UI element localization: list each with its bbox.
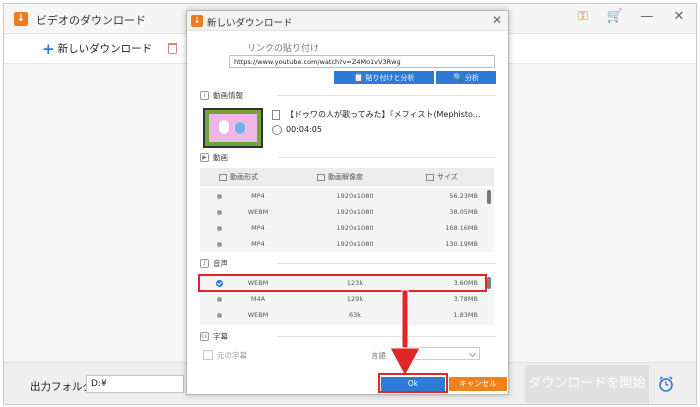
clock-icon: [272, 125, 282, 135]
url-input[interactable]: https://www.youtube.com/watch?v=Z4Mo1vV3…: [229, 55, 495, 68]
film-icon: [219, 173, 227, 181]
url-label: リンクの貼り付け: [247, 44, 320, 54]
scrollbar[interactable]: [487, 190, 491, 204]
dialog-close-icon[interactable]: ✕: [492, 13, 502, 27]
radio-button[interactable]: [217, 313, 222, 318]
key-icon[interactable]: ⚿: [574, 9, 592, 24]
subtitle-section-label: 字幕: [213, 332, 228, 341]
magnifier-icon: 🔍: [453, 73, 463, 82]
resolution-icon: [317, 173, 325, 181]
app-title: ビデオのダウンロード: [36, 14, 146, 27]
dialog-title-bar: ↓ 新しいダウンロード ✕: [187, 11, 508, 31]
video-icon: ▶: [200, 153, 209, 162]
speaker-icon: ♪: [200, 259, 209, 268]
radio-button[interactable]: [217, 226, 222, 231]
divider: [277, 95, 496, 96]
radio-button[interactable]: [217, 242, 222, 247]
cc-icon: cc: [200, 332, 209, 341]
video-title: 【ドゥワの人が歌ってみた】『メフィスト(Mephisto...: [286, 110, 481, 119]
cart-icon[interactable]: 🛒: [606, 9, 624, 24]
original-subtitle-label: 元の字幕: [217, 351, 247, 360]
video-format-row[interactable]: MP4 1920x1080 168.16MB: [200, 220, 494, 236]
paste-and-analyze-label: 貼り付けと分析: [365, 74, 415, 82]
size-column-header: サイズ: [426, 172, 458, 182]
analyze-button[interactable]: 🔍 分析: [436, 71, 496, 84]
video-format-row[interactable]: MP4 1920x1080 56.23MB: [200, 188, 494, 204]
original-subtitle-checkbox[interactable]: [203, 350, 213, 360]
dialog-logo-icon: ↓: [191, 15, 203, 27]
video-duration: 00:04:05: [286, 125, 322, 134]
video-info-header: i 動画情報: [200, 90, 243, 101]
output-folder-field[interactable]: D:¥: [86, 375, 184, 393]
audio-section-label: 音声: [213, 259, 228, 268]
clipboard-icon: 📋: [353, 73, 364, 82]
dialog-title: 新しいダウンロード: [207, 18, 293, 29]
radio-button[interactable]: [217, 297, 222, 302]
red-arrow-annotation: [389, 290, 421, 378]
alarm-clock-icon[interactable]: [657, 375, 675, 393]
cancel-button[interactable]: キャンセル: [449, 377, 507, 391]
audio-format-row[interactable]: WEBM 63k 1.83MB: [200, 307, 494, 323]
close-icon[interactable]: ✕: [670, 9, 688, 24]
radio-button[interactable]: [217, 194, 222, 199]
audio-format-row[interactable]: M4A 129k 3.78MB: [200, 291, 494, 307]
divider: [277, 157, 496, 158]
video-section-header: ▶ 動画: [200, 152, 228, 163]
plus-icon: +: [42, 39, 55, 58]
minimize-icon[interactable]: —: [638, 9, 656, 24]
info-icon: i: [200, 91, 209, 100]
new-download-label: 新しいダウンロード: [57, 43, 153, 55]
app-logo-icon: ↓: [14, 12, 28, 26]
audio-section-header: ♪ 音声: [200, 258, 228, 269]
resolution-column-header: 動画解像度: [317, 172, 363, 182]
format-column-header: 動画形式: [219, 172, 258, 182]
document-icon: [272, 110, 280, 120]
subtitle-section-header: cc 字幕: [200, 331, 228, 342]
trash-icon[interactable]: [168, 43, 177, 54]
video-format-row[interactable]: WEBM 1920x1080 38.05MB: [200, 204, 494, 220]
selected-row-highlight: [198, 274, 487, 292]
new-download-dialog: ↓ 新しいダウンロード ✕ リンクの貼り付け https://www.youtu…: [186, 10, 509, 395]
radio-button[interactable]: [217, 210, 222, 215]
new-download-button[interactable]: + 新しいダウンロード: [42, 41, 152, 56]
window-controls: ⚿ 🛒 — ✕: [574, 9, 688, 24]
video-format-row[interactable]: MP4 1920x1080 130.19MB: [200, 236, 494, 252]
scrollbar[interactable]: [487, 277, 491, 289]
divider: [277, 263, 496, 264]
ok-button-highlight: [378, 373, 448, 393]
video-section-label: 動画: [213, 153, 228, 162]
video-thumbnail: [203, 108, 263, 148]
video-table-header: 動画形式 動画解像度 サイズ: [200, 168, 494, 186]
analyze-label: 分析: [464, 74, 479, 82]
paste-and-analyze-button[interactable]: 📋 貼り付けと分析: [334, 71, 434, 84]
video-info-label: 動画情報: [213, 91, 243, 100]
video-format-list: MP4 1920x1080 56.23MB WEBM 1920x1080 38.…: [200, 188, 494, 252]
language-label: 言語: [371, 351, 386, 360]
folder-icon: [426, 173, 434, 181]
start-download-button[interactable]: ダウンロードを開始: [525, 365, 649, 403]
